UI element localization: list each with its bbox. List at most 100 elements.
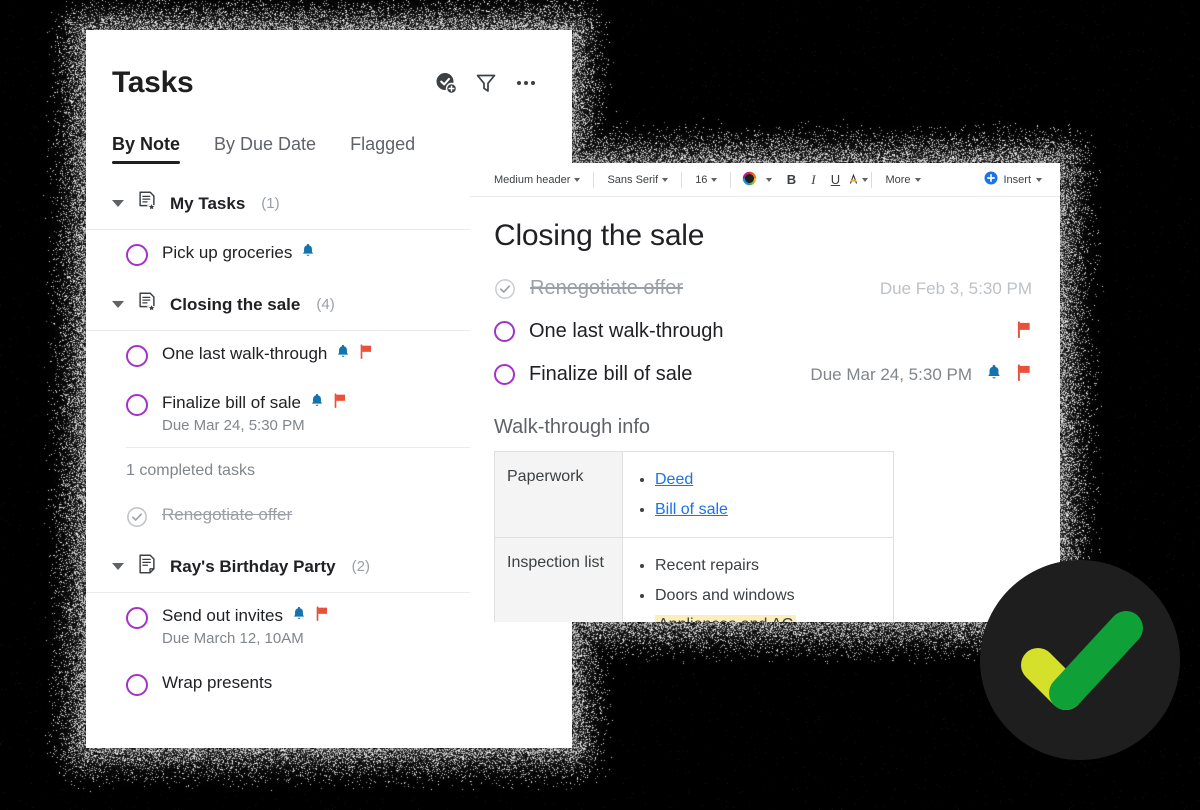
chevron-down-icon [766, 178, 772, 182]
list-item: Bill of sale [655, 495, 881, 525]
flag-icon [1016, 364, 1032, 386]
note-group-name: Ray's Birthday Party [170, 557, 336, 577]
table-cell-label: Paperwork [495, 452, 623, 538]
page-title: Tasks [112, 66, 193, 100]
task-row[interactable]: Wrap presents [86, 660, 572, 709]
task-checkbox-checked[interactable] [494, 278, 516, 300]
tab-by-note[interactable]: By Note [112, 134, 180, 164]
list-item: Doors and windows [655, 581, 881, 611]
table-row: Inspection list Recent repairs Doors and… [495, 538, 894, 622]
color-wheel-icon [742, 171, 757, 189]
task-content: Renegotiate offer [162, 505, 292, 525]
chevron-down-icon [915, 178, 921, 182]
task-checkbox[interactable] [126, 394, 148, 416]
task-checkbox[interactable] [494, 321, 515, 342]
table-cell-list: Deed Bill of sale [623, 452, 894, 538]
more-options-icon[interactable] [514, 71, 538, 95]
tabs-bar: By Note By Due Date Flagged [86, 108, 572, 164]
insert-label: Insert [1003, 174, 1031, 186]
document-body: Closing the sale Renegotiate offer Due F… [470, 197, 1060, 622]
tab-flagged[interactable]: Flagged [350, 134, 415, 164]
table-cell-list: Recent repairs Doors and windows Applian… [623, 538, 894, 622]
task-checkbox[interactable] [126, 345, 148, 367]
highlight-button[interactable] [846, 169, 868, 191]
task-title: Send out invites [162, 606, 283, 626]
table-cell-label: Inspection list [495, 538, 623, 622]
document-title[interactable]: Closing the sale [494, 219, 1036, 253]
document-task-row[interactable]: One last walk-through [494, 310, 1036, 353]
flag-icon [359, 344, 373, 364]
tab-by-due-date[interactable]: By Due Date [214, 134, 316, 164]
note-star-icon [136, 190, 158, 217]
bold-button[interactable]: B [780, 169, 802, 191]
task-title: Renegotiate offer [162, 505, 292, 525]
tasks-panel-header: Tasks [86, 30, 572, 108]
font-size-select[interactable]: 16 [685, 169, 727, 191]
list-item: Appliances and AC [655, 610, 881, 622]
insert-button[interactable]: Insert [984, 171, 1046, 188]
underline-button[interactable]: U [824, 169, 846, 191]
editor-toolbar: Medium header Sans Serif 16 B I U More I… [470, 163, 1060, 197]
note-group-name: Closing the sale [170, 295, 300, 315]
link[interactable]: Bill of sale [655, 501, 728, 518]
document-task-title: Renegotiate offer [530, 277, 683, 300]
link[interactable]: Deed [655, 471, 693, 488]
filter-icon[interactable] [474, 71, 498, 95]
screenshot-root: Tasks By Note By Due Date Flagged My Tas… [0, 0, 1200, 810]
list-item: Recent repairs [655, 551, 881, 581]
note-group-count: (4) [316, 296, 334, 313]
highlighted-text: Appliances and AC [655, 615, 796, 622]
chevron-down-icon[interactable] [112, 200, 124, 207]
underline-label: U [831, 172, 840, 187]
task-content: Wrap presents [162, 673, 272, 693]
italic-label: I [811, 172, 815, 188]
task-title: Wrap presents [162, 673, 272, 693]
task-title: Pick up groceries [162, 243, 292, 263]
task-title: Finalize bill of sale [162, 393, 301, 413]
note-star-icon [136, 291, 158, 318]
text-color-picker[interactable] [734, 169, 780, 191]
table-row: Paperwork Deed Bill of sale [495, 452, 894, 538]
task-checkbox[interactable] [126, 674, 148, 696]
toolbar-separator [871, 172, 872, 188]
note-group-name: My Tasks [170, 194, 245, 214]
italic-button[interactable]: I [802, 169, 824, 191]
task-content: Finalize bill of sale Due Mar 24, 5:30 P… [162, 393, 347, 434]
document-task-row[interactable]: Finalize bill of sale Due Mar 24, 5:30 P… [494, 353, 1036, 396]
bold-label: B [787, 172, 796, 187]
plus-circle-icon [984, 171, 998, 188]
task-checkbox-checked[interactable] [126, 506, 148, 528]
task-checkbox[interactable] [126, 607, 148, 629]
chevron-down-icon[interactable] [112, 301, 124, 308]
style-select[interactable]: Medium header [484, 169, 590, 191]
font-select[interactable]: Sans Serif [597, 169, 678, 191]
document-task-row[interactable]: Renegotiate offer Due Feb 3, 5:30 PM [494, 267, 1036, 310]
toolbar-separator [730, 172, 731, 188]
more-menu[interactable]: More [875, 169, 930, 191]
list-item: Deed [655, 465, 881, 495]
document-task-meta [1016, 321, 1032, 343]
task-content: Pick up groceries [162, 243, 315, 263]
font-size-value: 16 [695, 174, 707, 186]
note-group-count: (2) [352, 558, 370, 575]
task-checkbox[interactable] [494, 364, 515, 385]
reminder-bell-icon [292, 606, 306, 626]
document-task-title: Finalize bill of sale [529, 363, 692, 386]
document-task-due: Due Feb 3, 5:30 PM [880, 279, 1032, 299]
chevron-down-icon [862, 178, 868, 182]
chevron-down-icon [1036, 178, 1042, 182]
document-task-due: Due Mar 24, 5:30 PM [810, 365, 972, 385]
document-task-meta: Due Mar 24, 5:30 PM [810, 364, 1032, 386]
task-content: One last walk-through [162, 344, 373, 364]
task-content: Send out invites Due March 12, 10AM [162, 606, 329, 647]
task-title: One last walk-through [162, 344, 327, 364]
chevron-down-icon[interactable] [112, 563, 124, 570]
note-editor-panel: Medium header Sans Serif 16 B I U More I… [470, 163, 1060, 622]
section-heading: Walk-through info [494, 416, 1036, 439]
task-checkbox[interactable] [126, 244, 148, 266]
task-due-date: Due Mar 24, 5:30 PM [162, 417, 347, 434]
style-select-value: Medium header [494, 174, 570, 186]
flag-icon [315, 606, 329, 626]
reminder-bell-icon [986, 364, 1002, 386]
add-task-icon[interactable] [434, 71, 458, 95]
